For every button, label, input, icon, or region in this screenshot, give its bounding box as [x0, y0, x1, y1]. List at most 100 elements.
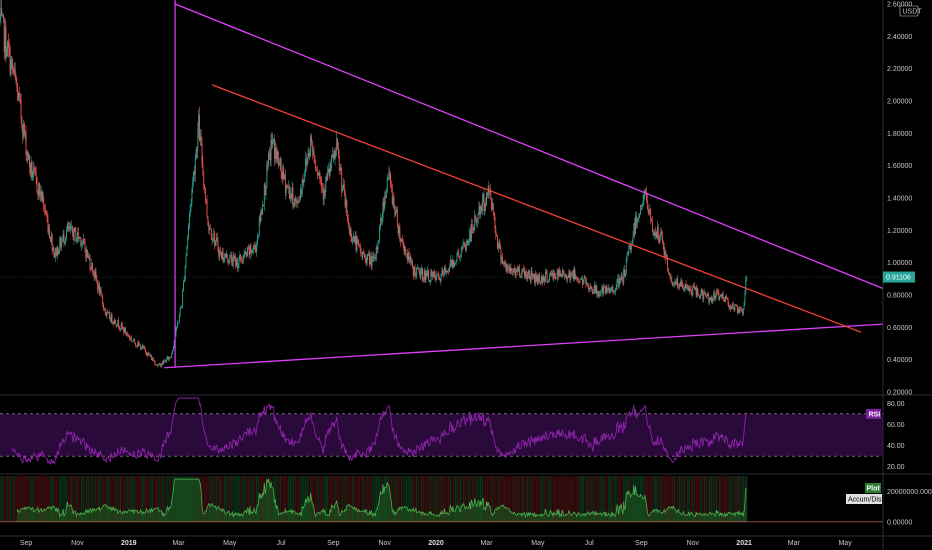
candle[interactable] [473, 227, 475, 230]
candle[interactable] [479, 206, 481, 215]
candle[interactable] [148, 352, 150, 355]
candle[interactable] [456, 253, 458, 261]
candle[interactable] [324, 191, 326, 193]
candle[interactable] [91, 263, 93, 270]
candle[interactable] [294, 197, 296, 205]
candle[interactable] [443, 272, 445, 275]
candle[interactable] [258, 217, 260, 236]
candle[interactable] [353, 236, 354, 239]
candle[interactable] [206, 201, 208, 217]
candle[interactable] [235, 257, 237, 266]
candle[interactable] [560, 273, 562, 277]
candle[interactable] [705, 294, 707, 296]
candle[interactable] [523, 268, 525, 270]
candle[interactable] [733, 308, 735, 311]
candle[interactable] [161, 364, 163, 367]
candle[interactable] [662, 241, 664, 247]
candle[interactable] [202, 163, 204, 172]
candle[interactable] [20, 99, 22, 118]
candle[interactable] [608, 288, 610, 293]
candle[interactable] [395, 212, 397, 216]
candle[interactable] [388, 172, 390, 178]
candle[interactable] [204, 187, 206, 200]
candle[interactable] [140, 344, 142, 350]
candle[interactable] [384, 195, 386, 209]
candle[interactable] [439, 279, 441, 282]
candle[interactable] [505, 262, 507, 272]
candle[interactable] [208, 225, 210, 230]
candle[interactable] [566, 274, 567, 280]
candle[interactable] [198, 115, 200, 131]
candle[interactable] [113, 322, 115, 324]
candle[interactable] [436, 274, 438, 277]
candle[interactable] [0, 7, 2, 18]
candle[interactable] [405, 248, 407, 255]
candle[interactable] [200, 135, 202, 145]
candle[interactable] [1, 7, 3, 16]
candle[interactable] [648, 211, 650, 213]
candle[interactable] [107, 312, 109, 313]
candle[interactable] [117, 320, 119, 326]
candle[interactable] [475, 215, 477, 221]
candle[interactable] [248, 248, 250, 256]
candle[interactable] [522, 268, 524, 270]
candle[interactable] [682, 283, 684, 289]
candle[interactable] [645, 190, 647, 193]
candle[interactable] [599, 293, 601, 295]
candle[interactable] [717, 292, 719, 294]
candle[interactable] [438, 273, 439, 278]
candle[interactable] [39, 191, 41, 196]
candle[interactable] [97, 281, 99, 290]
candle[interactable] [430, 270, 432, 281]
candle[interactable] [678, 286, 679, 288]
candle[interactable] [595, 286, 597, 293]
candle[interactable] [421, 268, 423, 272]
candle[interactable] [397, 224, 399, 234]
candle[interactable] [128, 335, 130, 337]
candle[interactable] [35, 173, 37, 179]
candle[interactable] [614, 291, 615, 293]
candle[interactable] [152, 357, 154, 361]
candle[interactable] [192, 179, 194, 190]
candle[interactable] [246, 252, 248, 256]
candle[interactable] [52, 247, 54, 251]
candle[interactable] [584, 277, 586, 279]
candle[interactable] [509, 267, 511, 272]
candle[interactable] [291, 187, 293, 198]
candle[interactable] [369, 256, 371, 265]
candle[interactable] [643, 196, 645, 201]
candle[interactable] [332, 154, 334, 157]
candle[interactable] [622, 279, 624, 284]
candle[interactable] [526, 274, 528, 279]
candle[interactable] [715, 291, 717, 296]
candle[interactable] [31, 161, 33, 178]
candle[interactable] [393, 197, 395, 206]
candle[interactable] [634, 223, 636, 234]
candle[interactable] [347, 216, 349, 221]
candle[interactable] [706, 293, 708, 296]
candle[interactable] [233, 254, 235, 259]
candle[interactable] [205, 199, 207, 202]
candle[interactable] [257, 236, 259, 243]
candle[interactable] [741, 309, 743, 310]
candle[interactable] [51, 235, 53, 251]
candle[interactable] [465, 241, 467, 250]
candle[interactable] [73, 227, 75, 241]
candle[interactable] [545, 271, 547, 274]
candle[interactable] [723, 297, 725, 299]
candle[interactable] [87, 249, 88, 257]
candle[interactable] [553, 273, 555, 280]
candle[interactable] [520, 276, 522, 277]
candle[interactable] [25, 132, 27, 156]
candle[interactable] [416, 268, 418, 277]
candle[interactable] [57, 247, 59, 255]
candle[interactable] [687, 286, 689, 289]
candle[interactable] [39, 183, 41, 196]
candle[interactable] [56, 247, 58, 257]
candle[interactable] [572, 272, 574, 279]
candle[interactable] [75, 229, 77, 242]
candle[interactable] [196, 149, 198, 151]
candle[interactable] [579, 279, 581, 282]
candle[interactable] [695, 287, 697, 295]
candle[interactable] [425, 272, 427, 280]
